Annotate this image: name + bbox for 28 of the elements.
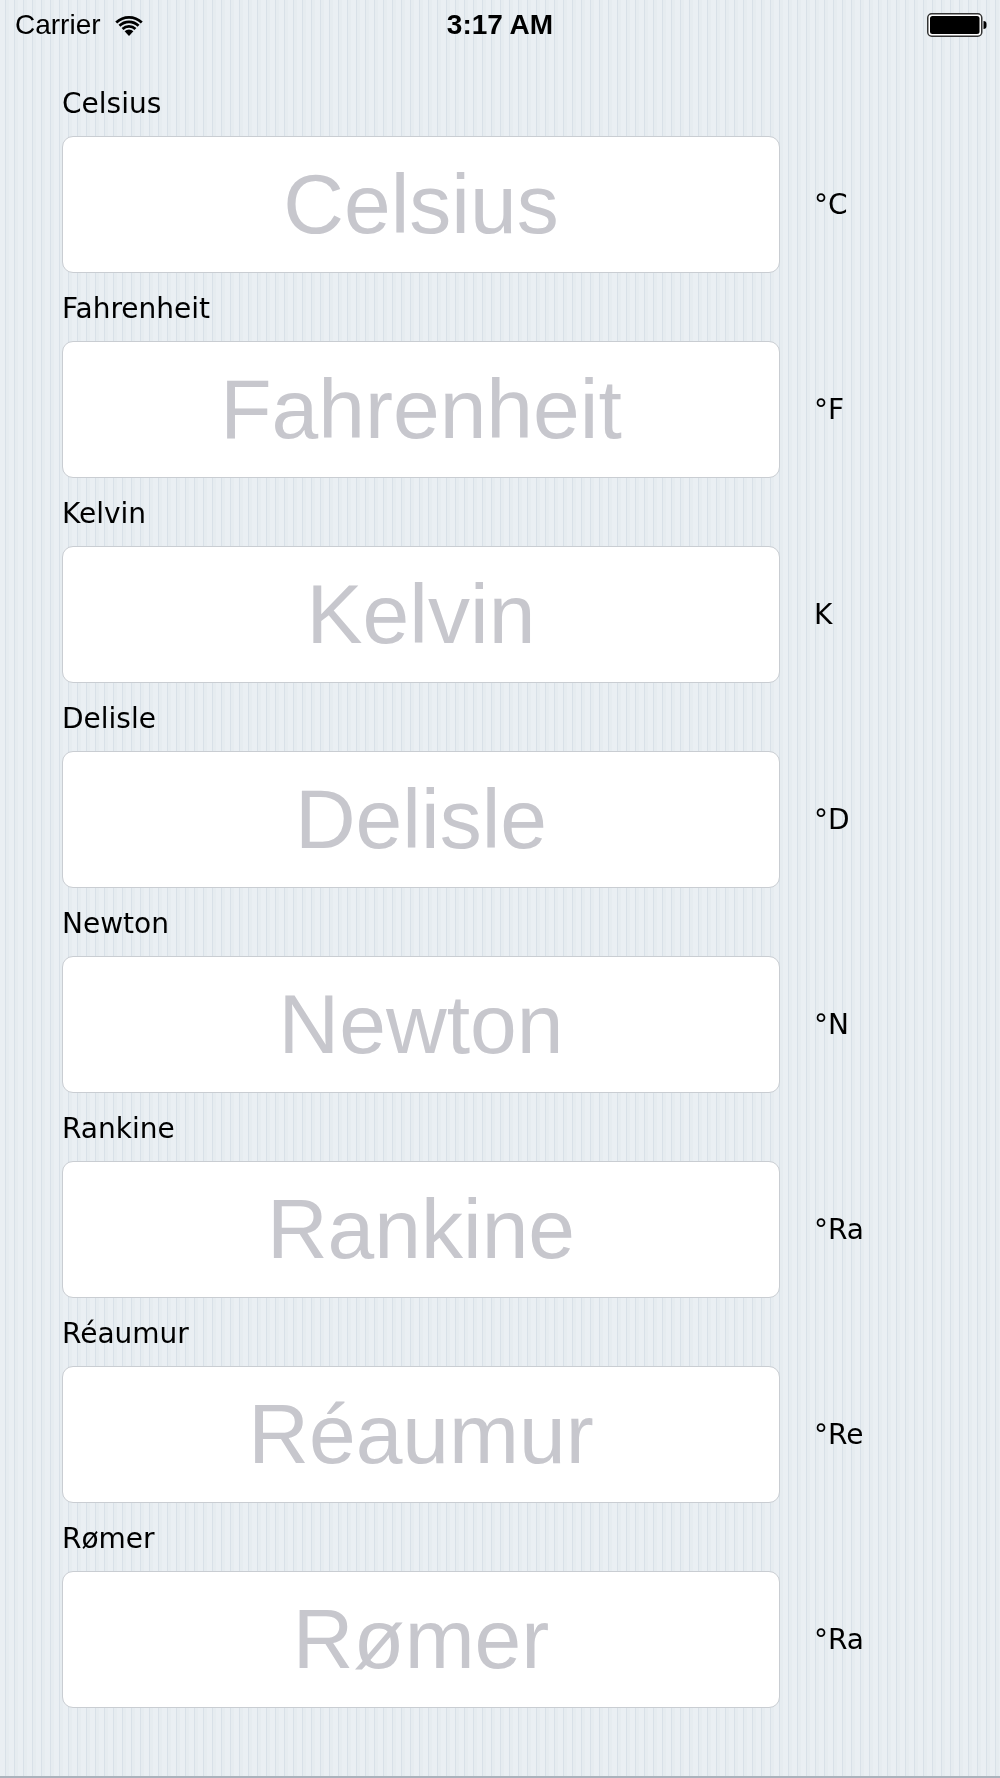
temperature-input[interactable]: Rankine (62, 1161, 780, 1298)
scale-label: Newton (62, 906, 169, 942)
temperature-input[interactable]: Rømer (62, 1571, 780, 1708)
scale-label: Rankine (62, 1111, 175, 1147)
temperature-input[interactable]: Celsius (62, 136, 780, 273)
battery-icon (927, 13, 987, 37)
unit-label: °F (814, 395, 845, 424)
temperature-input[interactable]: Delisle (62, 751, 780, 888)
unit-label: K (814, 600, 833, 629)
carrier-name: Carrier (15, 11, 101, 39)
scale-label: Rømer (62, 1521, 155, 1557)
unit-label: °D (814, 805, 850, 834)
scale-label: Réaumur (62, 1316, 189, 1352)
unit-label: °Ra (814, 1625, 864, 1654)
temperature-input[interactable]: Fahrenheit (62, 341, 780, 478)
scale-label: Kelvin (62, 496, 147, 532)
temperature-input[interactable]: Réaumur (62, 1366, 780, 1503)
scale-label: Fahrenheit (62, 291, 211, 327)
temperature-input[interactable]: Newton (62, 956, 780, 1093)
unit-label: °Re (814, 1420, 864, 1449)
unit-label: °Ra (814, 1215, 864, 1244)
wifi-icon (113, 14, 144, 36)
unit-label: °C (814, 190, 848, 219)
unit-label: °N (814, 1010, 849, 1039)
status-time: 3:17 AM (446, 11, 554, 39)
scale-label: Delisle (62, 701, 156, 737)
scale-label: Celsius (62, 86, 162, 122)
temperature-input[interactable]: Kelvin (62, 546, 780, 683)
